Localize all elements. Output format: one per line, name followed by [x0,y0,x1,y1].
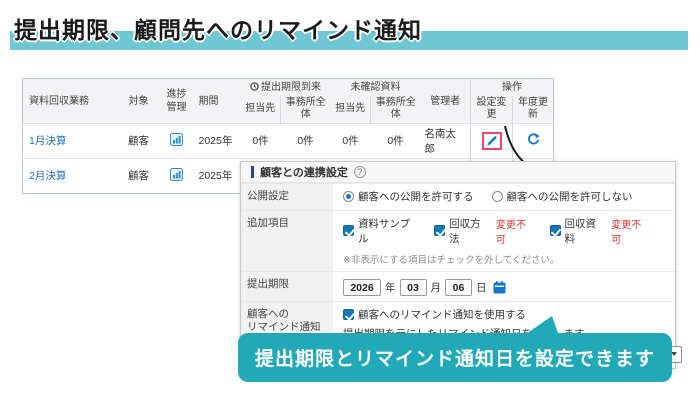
dialog-title: 顧客との連携設定 [260,164,348,180]
additional-items-row: 追加項目 資料サンプル 回収方法 変更不可 回収資料 変更不 [241,210,675,271]
checkbox-sample-label: 資料サンプル [358,216,420,246]
reminder-label-line2: リマインド通知 [247,321,321,333]
radio-deny-publish[interactable]: 顧客への公開を許可しない [492,189,633,204]
col-target: 対象 [119,79,159,124]
col-manager: 管理者 [421,79,471,124]
year-field[interactable]: 2026 [343,279,381,296]
deadline-row: 提出期限 2026 年 03 月 06 日 [241,271,675,301]
manager-cell: 名南太郎 [421,123,471,158]
period-cell: 2025年 [195,123,241,158]
radio-selected-icon [343,191,354,202]
col-group-ops: 操作 [471,79,554,96]
col-task: 資料回収業務 [23,79,119,124]
col-deadline-office: 事務所全体 [281,96,331,124]
callout-bubble: 提出期限とリマインド通知日を設定できます [238,333,672,382]
checkbox-checked-icon [550,225,561,236]
col-unconfirmed-client: 担当先 [331,96,371,124]
deadline-office-cell: 0件 [281,123,331,158]
publish-setting-label: 公開設定 [241,184,333,210]
col-period: 期間 [195,79,241,124]
deadline-client-cell: 0件 [241,123,281,158]
reminder-label-line1: 顧客への [247,308,289,320]
edit-highlight-box [482,132,502,150]
col-unconfirmed-office: 事務所全体 [371,96,421,124]
target-cell: 顧客 [119,123,159,158]
radio-unselected-icon [492,191,503,202]
calendar-icon[interactable] [493,281,506,294]
col-group-deadline: 提出期限到来 [241,79,331,96]
unconfirmed-office-cell: 0件 [371,123,421,158]
use-reminder-label: 顧客へのリマインド通知を使用する [358,307,526,322]
checkbox-use-reminder[interactable]: 顧客へのリマインド通知を使用する [343,307,526,322]
header-accent-bar [251,166,254,178]
deadline-label: 提出期限 [241,272,333,301]
year-suffix: 年 [385,280,396,295]
checkbox-checked-icon [343,225,354,236]
edit-pencil-icon[interactable] [486,135,498,147]
checkbox-sample[interactable]: 資料サンプル [343,216,420,246]
day-field[interactable]: 06 [445,279,472,296]
checkbox-method-label: 回収方法 [449,216,491,246]
col-deadline-client: 担当先 [241,96,281,124]
radio-allow-publish[interactable]: 顧客への公開を許可する [343,189,474,204]
table-row: 1月決算 顧客 2025年 0件 0件 0件 0件 名南太郎 [23,123,554,158]
chevron-down-icon [671,352,677,356]
col-ops-settings: 設定変更 [471,96,513,124]
month-field[interactable]: 03 [400,279,427,296]
col-progress: 進捗 管理 [159,79,195,124]
col-group-unconfirmed: 未確認資料 [331,79,421,96]
dialog-header: 顧客との連携設定 ? [241,162,675,183]
checkbox-material-label: 回収資料 [565,216,607,246]
col-ops-year: 年度更新 [513,96,554,124]
col-progress-line1: 進捗 [167,89,187,100]
additional-items-label: 追加項目 [241,211,333,271]
callout-text: 提出期限とリマインド通知日を設定できます [255,344,655,371]
refresh-icon[interactable] [527,133,540,146]
target-cell: 顧客 [119,158,159,193]
unchangeable-badge: 変更不可 [496,216,536,246]
clock-icon [250,82,259,91]
checkbox-checked-icon [343,309,354,320]
progress-chart-icon[interactable] [170,168,183,181]
col-progress-line2: 管理 [167,102,187,113]
help-icon[interactable]: ? [354,166,366,178]
radio-allow-label: 顧客への公開を許可する [358,189,474,204]
task-link[interactable]: 2月決算 [29,170,66,182]
checkbox-checked-icon [434,225,445,236]
period-cell: 2025年 [195,158,241,193]
checkbox-method[interactable]: 回収方法 変更不可 [434,216,535,246]
task-link[interactable]: 1月決算 [29,135,66,147]
progress-chart-icon[interactable] [170,133,183,146]
month-suffix: 月 [431,280,442,295]
radio-deny-label: 顧客への公開を許可しない [507,189,633,204]
unconfirmed-client-cell: 0件 [331,123,371,158]
col-group-deadline-label: 提出期限到来 [261,82,321,93]
publish-setting-row: 公開設定 顧客への公開を許可する 顧客への公開を許可しない [241,183,675,210]
checkbox-material[interactable]: 回収資料 変更不可 [550,216,651,246]
hide-items-note: ※非表示にする項目はチェックを外してください。 [343,252,665,266]
page-title: 提出期限、顧問先へのリマインド通知 [14,11,422,45]
unchangeable-badge: 変更不可 [611,216,651,246]
page: 提出期限、顧問先へのリマインド通知 資料回収業務 対象 進捗 管理 期間 提出期… [0,0,700,400]
day-suffix: 日 [476,280,487,295]
